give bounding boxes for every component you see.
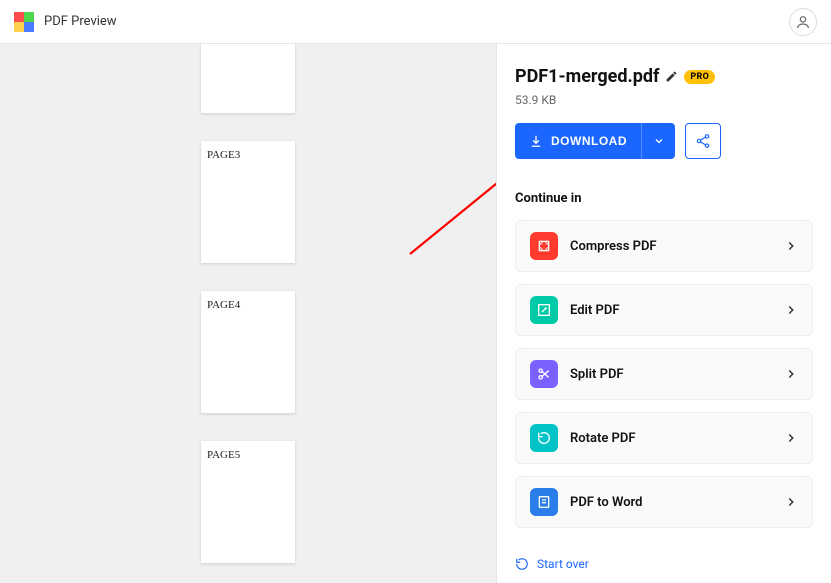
share-icon [695,133,711,149]
pencil-icon [665,70,678,83]
preview-scroll[interactable]: PAGE3 PAGE4 PAGE5 [0,44,496,583]
edit-filename-button[interactable] [665,70,678,83]
pdf-to-word-icon [530,488,558,516]
page-thumb[interactable]: PAGE3 [201,141,295,263]
file-name: PDF1-merged.pdf [515,66,659,87]
chevron-down-icon [653,135,665,147]
action-pdf-to-word[interactable]: PDF to Word [515,476,813,528]
share-button[interactable] [685,123,721,159]
action-compress[interactable]: Compress PDF [515,220,813,272]
main-content: PAGE3 PAGE4 PAGE5 PDF1-merged.pdf PRO 53… [0,44,831,583]
app-title: PDF Preview [44,14,117,29]
account-button[interactable] [789,8,817,36]
pro-badge: PRO [684,70,715,84]
page-thumb[interactable] [201,44,295,113]
user-icon [795,14,811,30]
chevron-right-icon [784,431,798,445]
chevron-right-icon [784,495,798,509]
continue-section: Continue in Compress PDF [497,177,831,547]
action-list: Compress PDF Edit PDF [515,220,813,528]
file-header: PDF1-merged.pdf PRO 53.9 KB [497,44,831,123]
app-logo-icon [14,12,34,32]
download-caret-button[interactable] [641,123,675,159]
file-size: 53.9 KB [515,93,813,107]
download-button[interactable]: DOWNLOAD [515,123,675,159]
continue-title: Continue in [515,191,813,206]
page-thumb[interactable]: PAGE4 [201,291,295,413]
action-edit[interactable]: Edit PDF [515,284,813,336]
action-split[interactable]: Split PDF [515,348,813,400]
download-main: DOWNLOAD [515,123,641,159]
action-rotate[interactable]: Rotate PDF [515,412,813,464]
start-over-button[interactable]: Start over [497,547,831,583]
chevron-right-icon [784,367,798,381]
file-title-row: PDF1-merged.pdf PRO [515,66,813,87]
split-icon [530,360,558,388]
app-header: PDF Preview [0,0,831,44]
preview-panel: PAGE3 PAGE4 PAGE5 [0,44,496,583]
restart-icon [515,557,529,571]
header-left: PDF Preview [14,12,117,32]
action-row: DOWNLOAD [497,123,831,177]
edit-icon [530,296,558,324]
download-icon [529,134,543,148]
right-panel: PDF1-merged.pdf PRO 53.9 KB DOWNLOAD [496,44,831,583]
rotate-icon [530,424,558,452]
page-thumb[interactable]: PAGE5 [201,441,295,563]
chevron-right-icon [784,303,798,317]
chevron-right-icon [784,239,798,253]
compress-icon [530,232,558,260]
